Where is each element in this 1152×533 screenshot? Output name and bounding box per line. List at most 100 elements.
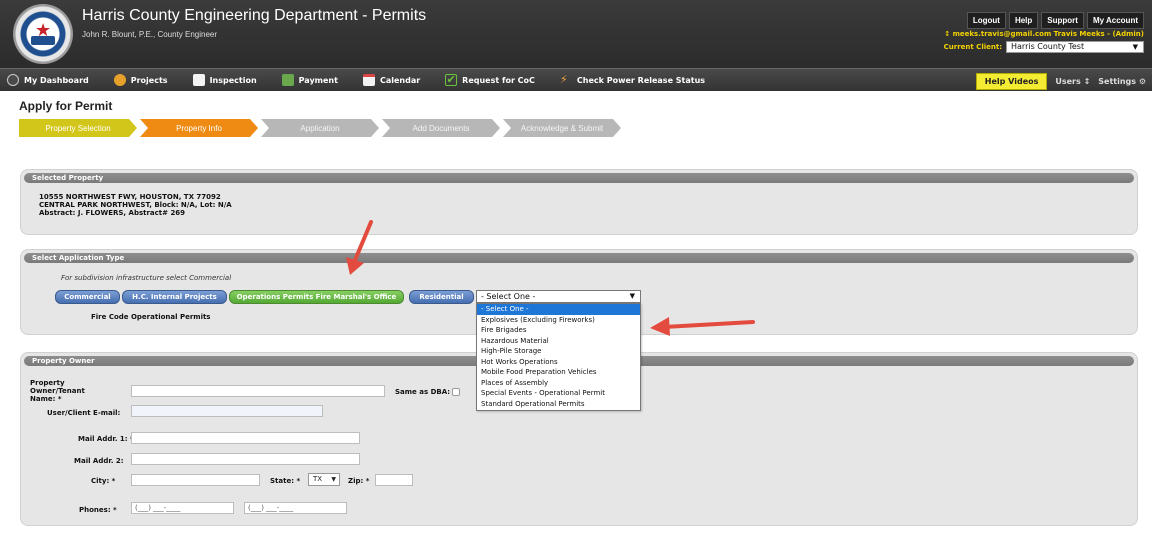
step-property-info[interactable]: Property Info	[140, 119, 258, 137]
dashboard-icon	[7, 74, 19, 86]
annotation-arrow-down-icon	[346, 220, 373, 275]
client-selector-row: Current Client: Harris County Test ▼	[944, 41, 1144, 53]
permit-type-option[interactable]: Hot Works Operations	[477, 357, 640, 368]
permit-type-option[interactable]: Places of Assembly	[477, 378, 640, 389]
help-link[interactable]: Help	[1008, 12, 1039, 29]
email-label: User/Client E-mail:	[47, 409, 121, 417]
nav-projects-label: Projects	[130, 75, 168, 85]
calendar-icon	[362, 74, 375, 86]
seal-band	[31, 36, 55, 45]
same-as-dba-checkbox[interactable]	[452, 388, 460, 396]
selected-property-panel: Selected Property 10555 NORTHWEST FWY, H…	[20, 169, 1138, 235]
wizard-steps: Property Selection Property Info Applica…	[19, 119, 624, 137]
my-account-link[interactable]: My Account	[1086, 12, 1144, 29]
commercial-button[interactable]: Commercial	[55, 290, 120, 304]
settings-menu[interactable]: Settings ⚙	[1098, 77, 1146, 86]
property-block-lot: CENTRAL PARK NORTHWEST, Block: N/A, Lot:…	[39, 201, 232, 209]
step-property-selection[interactable]: Property Selection	[19, 119, 137, 137]
residential-button[interactable]: Residential	[409, 290, 474, 304]
app-header: ★ Harris County Engineering Department -…	[0, 0, 1152, 68]
annotation-arrow-left-icon	[650, 317, 755, 336]
nav-power-release[interactable]: ⚡ Check Power Release Status	[560, 74, 705, 86]
step-acknowledge-submit: Acknowledge & Submit	[503, 119, 621, 137]
lightning-icon: ⚡	[559, 73, 568, 86]
client-select[interactable]: Harris County Test ▼	[1006, 41, 1144, 53]
gear-icon: ⚙	[1138, 77, 1146, 86]
same-as-dba-label: Same as DBA:	[395, 388, 451, 396]
nav-projects[interactable]: Projects	[113, 74, 168, 86]
payment-icon	[281, 74, 294, 86]
user-email-label: meeks.travis@gmail.com Travis Meeks - (A…	[952, 30, 1144, 38]
nav-right-actions: Help Videos Users ↕ Settings ⚙	[975, 73, 1146, 90]
users-menu[interactable]: Users ↕	[1055, 77, 1090, 86]
state-select-value: TX	[313, 475, 323, 483]
permit-type-option[interactable]: - Select One -	[477, 304, 640, 315]
permit-type-option[interactable]: Special Events - Operational Permit	[477, 388, 640, 399]
phones-label: Phones: *	[79, 506, 117, 514]
nav-dashboard-label: My Dashboard	[24, 75, 89, 85]
projects-icon	[113, 74, 126, 86]
nav-payment[interactable]: Payment	[281, 74, 338, 86]
state-label: State: *	[270, 477, 301, 485]
operations-permits-button[interactable]: Operations Permits Fire Marshal's Office	[229, 290, 404, 304]
nav-request-coc[interactable]: ✔ Request for CoC	[445, 74, 535, 86]
mail-address-1-label: Mail Addr. 1: *	[78, 435, 134, 443]
property-abstract: Abstract: J. FLOWERS, Abstract# 269	[39, 209, 186, 217]
nav-power-release-label: Check Power Release Status	[576, 75, 706, 85]
permit-type-option[interactable]: Fire Brigades	[477, 325, 640, 336]
mail-address-2-input[interactable]	[131, 453, 360, 465]
nav-calendar-label: Calendar	[379, 75, 421, 85]
phone-input-1[interactable]: (___) ___-____	[131, 502, 234, 514]
chevron-down-icon: ▼	[331, 476, 336, 483]
owner-name-label: Property Owner/Tenant Name: *	[30, 379, 85, 403]
top-links: Logout Help Support My Account	[966, 12, 1144, 29]
property-address: 10555 NORTHWEST FWY, HOUSTON, TX 77092	[39, 193, 221, 201]
nav-inspection[interactable]: Inspection	[192, 74, 257, 86]
email-input[interactable]	[131, 405, 323, 417]
app-title: Harris County Engineering Department - P…	[82, 7, 427, 24]
phone-input-2[interactable]: (___) ___-____	[244, 502, 347, 514]
hc-internal-projects-button[interactable]: H.C. Internal Projects	[122, 290, 227, 304]
permit-type-select-value: - Select One -	[481, 292, 536, 301]
state-select[interactable]: TX ▼	[308, 473, 340, 486]
permit-type-option[interactable]: Mobile Food Preparation Vehicles	[477, 367, 640, 378]
nav-dashboard[interactable]: My Dashboard	[7, 74, 89, 86]
application-type-hint: For subdivision infrastructure select Co…	[61, 274, 232, 282]
permit-type-dropdown: - Select One - Explosives (Excluding Fir…	[476, 303, 641, 411]
logout-link[interactable]: Logout	[966, 12, 1006, 29]
step-application: Application	[261, 119, 379, 137]
permit-type-option[interactable]: Standard Operational Permits	[477, 399, 640, 410]
mail-address-1-input[interactable]	[131, 432, 360, 444]
zip-label: Zip: *	[348, 477, 370, 485]
chevron-down-icon: ▼	[629, 292, 635, 300]
page-title: Apply for Permit	[19, 99, 113, 113]
step-add-documents: Add Documents	[382, 119, 500, 137]
user-icon: ↕	[944, 30, 953, 38]
owner-name-input[interactable]	[131, 385, 385, 397]
inspection-icon	[192, 74, 205, 86]
permit-type-select[interactable]: - Select One - ▼	[476, 290, 641, 303]
nav-payment-label: Payment	[298, 75, 338, 85]
permit-type-option[interactable]: High-Pile Storage	[477, 346, 640, 357]
support-link[interactable]: Support	[1041, 12, 1084, 29]
current-user: ↕ meeks.travis@gmail.com Travis Meeks - …	[944, 30, 1144, 38]
selected-property-heading: Selected Property	[24, 173, 1134, 183]
mail-address-2-label: Mail Addr. 2:	[74, 457, 124, 465]
users-menu-label: Users	[1055, 77, 1081, 86]
chevron-down-icon: ▼	[1132, 43, 1138, 51]
checkmark-icon: ✔	[445, 73, 458, 86]
settings-menu-label: Settings	[1098, 77, 1137, 86]
users-icon: ↕	[1083, 77, 1091, 86]
county-seal-icon: ★	[13, 4, 73, 64]
zip-input[interactable]	[375, 474, 413, 486]
main-nav: My Dashboard Projects Inspection Payment…	[0, 68, 1152, 91]
client-select-value: Harris County Test	[1011, 42, 1085, 51]
permit-type-option[interactable]: Hazardous Material	[477, 336, 640, 347]
nav-calendar[interactable]: Calendar	[362, 74, 421, 86]
application-type-heading: Select Application Type	[24, 253, 1134, 263]
fire-code-operational-permits-label: Fire Code Operational Permits	[91, 313, 211, 321]
city-input[interactable]	[131, 474, 260, 486]
permit-type-option[interactable]: Explosives (Excluding Fireworks)	[477, 315, 640, 326]
current-client-label: Current Client:	[943, 43, 1002, 51]
help-videos-button[interactable]: Help Videos	[975, 73, 1048, 90]
